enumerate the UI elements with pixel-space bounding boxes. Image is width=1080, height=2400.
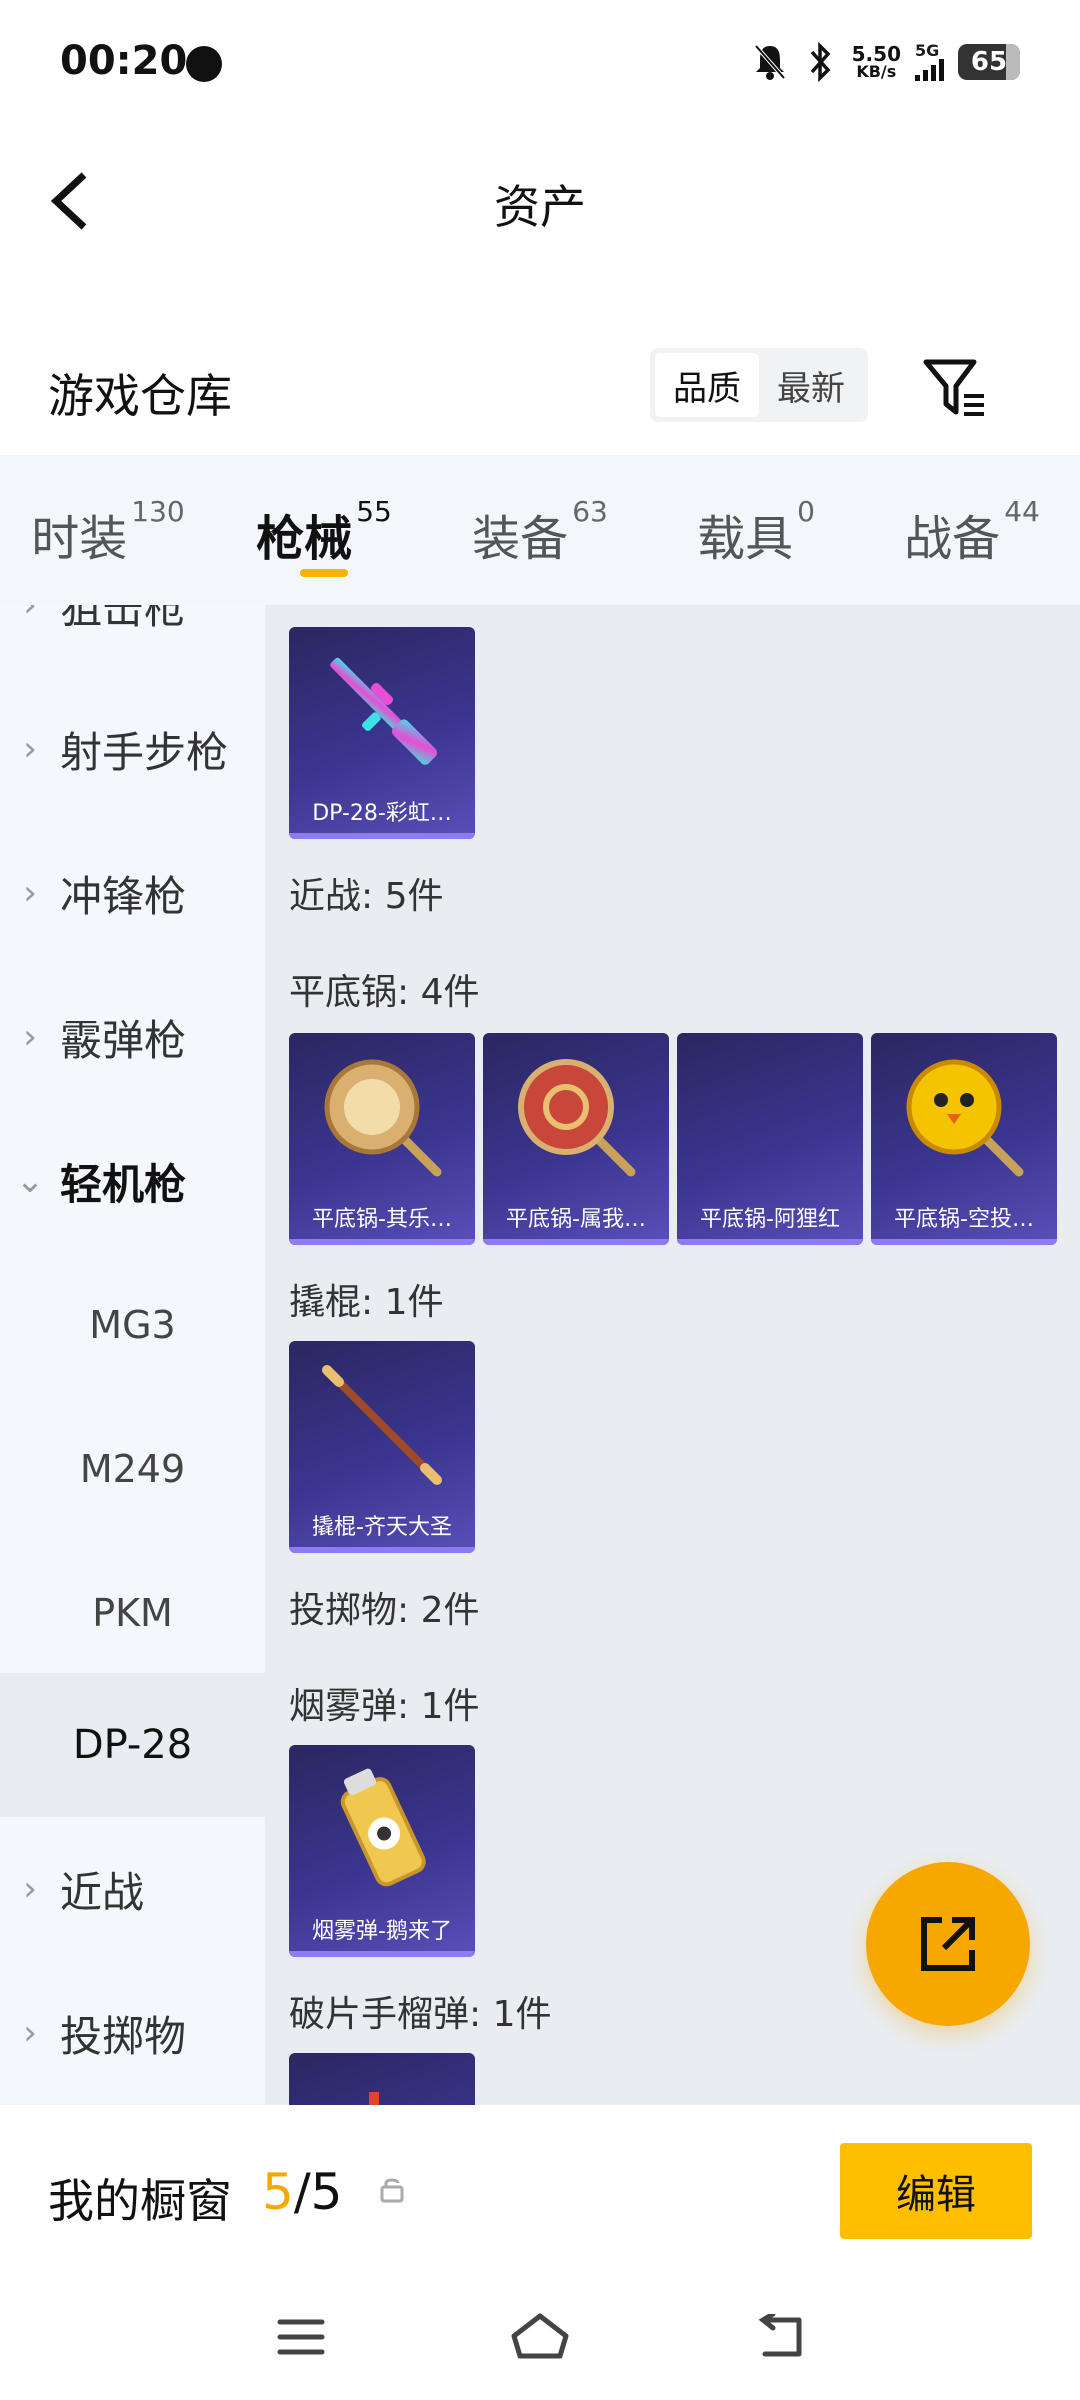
chevron-right-icon: ›: [23, 2013, 37, 2053]
status-bar: 00:20 5.50 KB/s 5G 65: [0, 0, 1080, 125]
sidebar-item-marksman[interactable]: › 射手步枪: [0, 677, 265, 821]
bluetooth-icon: [810, 42, 831, 82]
item-card-name: 平底锅-其乐…: [312, 1207, 452, 1232]
chevron-right-icon: ›: [23, 1869, 37, 1909]
section-label-throwables: 投掷物: 2件: [289, 1590, 480, 1631]
sort-toggle: 品质 最新: [650, 348, 868, 422]
warehouse-title: 游戏仓库: [48, 369, 232, 423]
section-label-smoke: 烟雾弹: 1件: [289, 1686, 480, 1727]
rainbow-rifle-icon: [289, 627, 475, 795]
item-card-frag[interactable]: [289, 2053, 475, 2105]
section-label-melee: 近战: 5件: [289, 876, 444, 917]
chevron-right-icon: ›: [23, 729, 37, 769]
frag-grenade-icon: [289, 2053, 475, 2105]
pan-red-icon: [483, 1033, 669, 1201]
sort-quality-button[interactable]: 品质: [655, 353, 759, 417]
chevron-right-icon: ›: [23, 605, 37, 625]
sort-newest-button[interactable]: 最新: [759, 353, 863, 417]
back-nav-button[interactable]: [745, 2307, 815, 2367]
signal-bars-icon: [915, 59, 944, 81]
item-card-name: 平底锅-属我…: [506, 1207, 646, 1232]
sidebar-item-lmg[interactable]: ⌄ 轻机枪: [0, 1109, 265, 1253]
section-label-crowbar: 撬棍: 1件: [289, 1282, 444, 1323]
back-arrow-icon: [758, 2314, 802, 2357]
tab-guns[interactable]: 枪械 55: [216, 455, 432, 605]
item-card-pan-1[interactable]: 平底锅-其乐…: [289, 1033, 475, 1245]
tab-active-indicator: [300, 569, 348, 577]
filter-button[interactable]: [920, 356, 990, 422]
sidebar-item-throwables[interactable]: › 投掷物: [0, 1961, 265, 2105]
filter-icon: [923, 359, 984, 416]
item-card-smoke[interactable]: 烟雾弹-鹅来了: [289, 1745, 475, 1957]
status-icons: 5.50 KB/s 5G 65: [752, 40, 1020, 84]
share-button[interactable]: [866, 1862, 1030, 2026]
chevron-down-icon: ⌄: [15, 1161, 45, 1201]
edit-button[interactable]: 编辑: [840, 2143, 1032, 2239]
page-title: 资产: [494, 180, 586, 234]
showcase-title: 我的橱窗: [48, 2174, 232, 2228]
item-card-pan-2[interactable]: 平底锅-属我…: [483, 1033, 669, 1245]
item-card-dp28-rainbow[interactable]: DP-28-彩虹…: [289, 627, 475, 839]
app-header: 资产: [0, 125, 1080, 275]
showcase-bar: 我的橱窗 5/5 编辑: [0, 2105, 1080, 2285]
sidebar-subitem-pkm[interactable]: PKM: [0, 1541, 265, 1685]
item-card-name: 平底锅-阿狸红: [700, 1207, 840, 1232]
showcase-count: 5/5: [262, 2163, 343, 2221]
weapon-category-sidebar: › 狙击枪 › 射手步枪 › 冲锋枪 › 霰弹枪 ⌄ 轻机枪 MG3 M249 …: [0, 605, 265, 2105]
pan-gold-icon: [289, 1033, 475, 1201]
golden-staff-icon: [289, 1341, 475, 1509]
system-nav-bar: [0, 2285, 1080, 2400]
warehouse-header: 游戏仓库 品质 最新: [0, 330, 1080, 450]
sidebar-item-sniper[interactable]: › 狙击枪: [0, 605, 265, 677]
item-card-pan-3[interactable]: 平底锅-阿狸红: [677, 1033, 863, 1245]
sidebar-subitem-m249[interactable]: M249: [0, 1397, 265, 1541]
item-card-crowbar[interactable]: 撬棍-齐天大圣: [289, 1341, 475, 1553]
tab-tactical[interactable]: 战备 44: [864, 455, 1080, 605]
sidebar-item-smg[interactable]: › 冲锋枪: [0, 821, 265, 965]
sidebar-subitem-dp28[interactable]: DP-28: [0, 1673, 265, 1817]
empty-item-image: [677, 1033, 863, 1201]
tab-equipment[interactable]: 装备 63: [432, 455, 648, 605]
item-card-name: 烟雾弹-鹅来了: [312, 1919, 452, 1944]
sidebar-subitem-mg3[interactable]: MG3: [0, 1253, 265, 1397]
category-tabs: 时装 130 枪械 55 装备 63 载具 0 战备 44: [0, 455, 1080, 605]
home-icon: [511, 2313, 569, 2359]
item-card-name: DP-28-彩虹…: [312, 801, 452, 826]
network-speed: 5.50 KB/s: [851, 42, 901, 81]
chevron-right-icon: ›: [23, 873, 37, 913]
globe-icon: [186, 46, 222, 82]
smoke-goose-icon: [289, 1745, 475, 1913]
chevron-right-icon: ›: [23, 1017, 37, 1057]
tab-vehicles[interactable]: 载具 0: [648, 455, 864, 605]
section-label-frag: 破片手榴弹: 1件: [289, 1994, 552, 2035]
section-label-pan: 平底锅: 4件: [289, 972, 480, 1013]
sidebar-item-shotgun[interactable]: › 霰弹枪: [0, 965, 265, 1109]
menu-icon: [277, 2319, 325, 2355]
battery-icon: 65: [958, 44, 1020, 80]
sidebar-item-melee[interactable]: › 近战: [0, 1817, 265, 1961]
item-card-pan-4[interactable]: 平底锅-空投…: [871, 1033, 1057, 1245]
pan-chick-icon: [871, 1033, 1057, 1201]
menu-button[interactable]: [266, 2307, 336, 2367]
mute-bell-icon: [754, 44, 786, 80]
item-card-name: 撬棍-齐天大圣: [312, 1515, 452, 1540]
home-button[interactable]: [505, 2307, 575, 2367]
signal-indicator: 5G: [915, 43, 944, 81]
tab-fashion[interactable]: 时装 130: [0, 455, 216, 605]
status-time: 00:20: [60, 38, 188, 84]
lock-icon: [380, 2178, 404, 2203]
share-icon: [921, 1917, 975, 1971]
item-card-name: 平底锅-空投…: [894, 1207, 1034, 1232]
